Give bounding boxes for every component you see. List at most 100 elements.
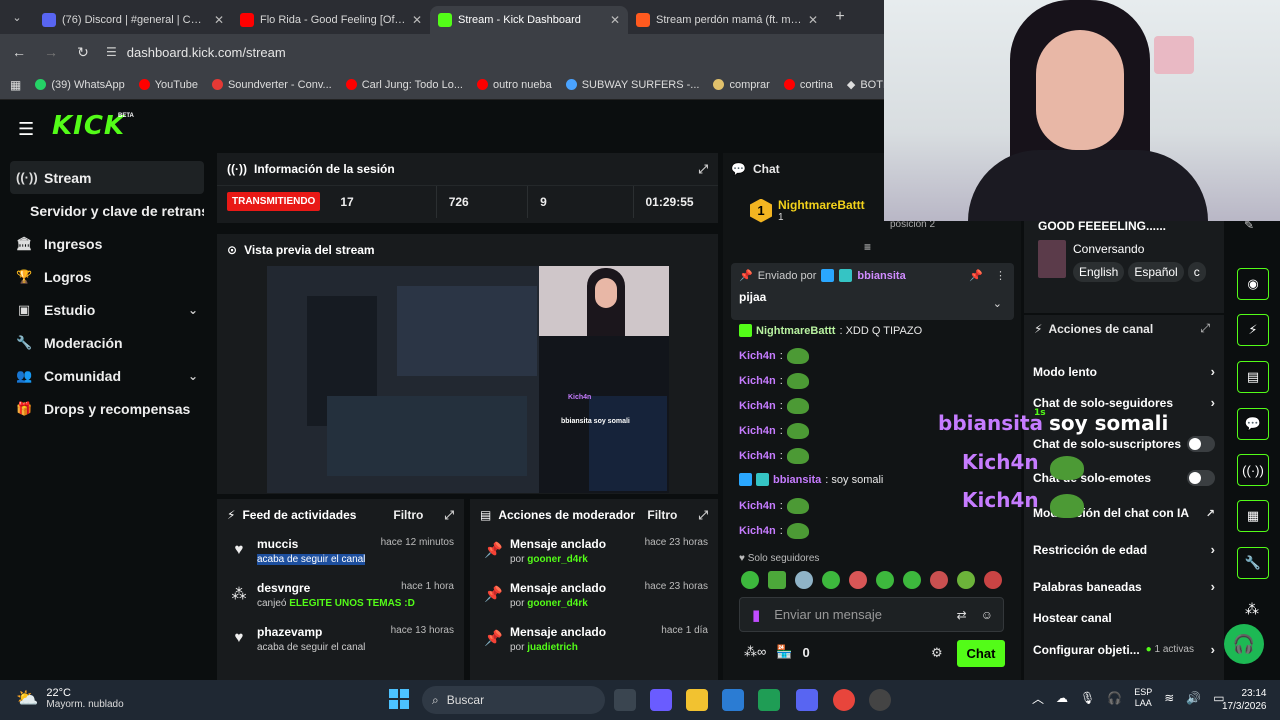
bookmark-soundverter[interactable]: Soundverter - Conv... xyxy=(211,79,332,91)
chat-message-input[interactable]: ▮ Enviar un mensaje ⇄ ☺ xyxy=(739,597,1004,632)
top-gifter[interactable]: 1 NightmareBattt 1 xyxy=(750,198,865,223)
emote-icon[interactable] xyxy=(876,571,894,589)
sidebar-item-comunidad[interactable]: 👥 Comunidad ⌄ xyxy=(10,359,204,392)
stream-category[interactable]: Conversando xyxy=(1073,242,1144,256)
mod-user[interactable]: juadietrich xyxy=(527,642,578,653)
chat-user[interactable]: bbiansita xyxy=(773,474,821,486)
expand-icon[interactable]: ⤢ xyxy=(444,508,454,523)
unpin-icon[interactable]: 📌 ⋮ xyxy=(969,269,1006,282)
emote-icon[interactable] xyxy=(768,571,786,589)
camera-icon[interactable]: ◉ xyxy=(1237,268,1269,300)
stream-preview-video[interactable]: Kich4n bbiansita soy somali xyxy=(267,266,669,493)
discord-icon[interactable] xyxy=(796,689,818,711)
mod-user[interactable]: gooner_d4rk xyxy=(527,554,588,565)
sidebar-item-ingresos[interactable]: 🏛 Ingresos xyxy=(10,227,204,260)
taskbar-clock[interactable]: 23:14 17/3/2026 xyxy=(1222,687,1267,713)
hamburger-menu-icon[interactable]: ☰ xyxy=(18,119,34,140)
filter-lines-icon[interactable]: ≡ xyxy=(864,240,871,254)
action-solo-suscriptores[interactable]: Chat de solo-suscriptores xyxy=(1033,436,1215,452)
broadcast-icon[interactable]: ((·)) xyxy=(1237,454,1269,486)
action-palabras-baneadas[interactable]: Palabras baneadas › xyxy=(1033,579,1215,594)
emote-icon[interactable] xyxy=(957,571,975,589)
sidebar-item-server-key[interactable]: Servidor y clave de retransm xyxy=(10,194,204,227)
headset-icon[interactable]: 🎧 xyxy=(1107,691,1122,705)
video-icon[interactable]: ▦ xyxy=(1237,500,1269,532)
sidebar-item-stream[interactable]: ((·)) Stream xyxy=(10,161,204,194)
task-view-icon[interactable] xyxy=(614,689,636,711)
smiley-icon[interactable]: ☺ xyxy=(981,608,993,622)
url-field[interactable]: ☰ dashboard.kick.com/stream xyxy=(106,45,286,60)
emote-icon[interactable] xyxy=(795,571,813,589)
tag[interactable]: Español xyxy=(1128,262,1184,282)
chat-bubble-icon[interactable]: 💬 xyxy=(1237,408,1269,440)
back-arrow-icon[interactable]: ← xyxy=(10,44,28,60)
feed-user[interactable]: phazevamp xyxy=(257,625,322,639)
send-chat-button[interactable]: Chat xyxy=(957,640,1005,667)
close-icon[interactable]: ✕ xyxy=(214,13,224,27)
chevron-down-icon[interactable]: ⌄ xyxy=(188,369,198,383)
lightning-icon[interactable]: ⚡ xyxy=(1237,314,1269,346)
sidebar-item-estudio[interactable]: ▣ Estudio ⌄ xyxy=(10,293,204,326)
close-icon[interactable]: ✕ xyxy=(610,13,620,27)
bookmark-botrix[interactable]: ◆ BOTRIX xyxy=(847,78,884,92)
toggle-switch[interactable] xyxy=(1187,470,1215,486)
headset-icon[interactable]: 🎧 xyxy=(1224,624,1264,664)
bookmark-cortina[interactable]: cortina xyxy=(783,79,833,91)
chat-user[interactable]: Kich4n xyxy=(739,500,776,512)
pinned-message[interactable]: 📌 Enviado por bbiansita 📌 ⋮ pijaa ⌄ xyxy=(731,263,1014,320)
gear-icon[interactable]: ⚙ xyxy=(931,645,943,661)
toggle-switch[interactable] xyxy=(1187,436,1215,452)
reload-icon[interactable]: ↻ xyxy=(74,44,92,61)
action-hostear-canal[interactable]: Hostear canal xyxy=(1033,611,1215,625)
bookmark-comprar[interactable]: comprar xyxy=(713,79,770,91)
copilot-icon[interactable] xyxy=(650,689,672,711)
wrench-icon[interactable]: 🔧 xyxy=(1237,547,1269,579)
tag[interactable]: c xyxy=(1187,262,1206,282)
microphone-icon[interactable]: 🎙 xyxy=(1080,691,1095,705)
emote-icon[interactable] xyxy=(822,571,840,589)
chevron-down-icon[interactable]: ⌄ xyxy=(188,303,198,317)
chat-user[interactable]: Kich4n xyxy=(739,350,776,362)
tag[interactable]: English xyxy=(1073,262,1125,282)
new-tab-icon[interactable]: + xyxy=(826,8,854,26)
kick-logo[interactable]: KICK xyxy=(52,111,125,141)
modactions-filter-button[interactable]: Filtro xyxy=(647,508,677,522)
emote-icon[interactable] xyxy=(741,571,759,589)
wifi-icon[interactable]: ≋ xyxy=(1164,691,1174,705)
bookmark-subway[interactable]: SUBWAY SURFERS -... xyxy=(565,79,699,91)
chrome-icon[interactable] xyxy=(833,689,855,711)
forward-arrow-icon[interactable]: → xyxy=(42,44,60,60)
action-restriccion-edad[interactable]: Restricción de edad › xyxy=(1033,542,1215,557)
expand-icon[interactable]: ⤢ xyxy=(698,162,708,177)
tab-youtube[interactable]: Flo Rida - Good Feeling [Official ✕ xyxy=(232,6,430,34)
emote-icon[interactable] xyxy=(849,571,867,589)
close-icon[interactable]: ✕ xyxy=(412,13,422,27)
chat-user[interactable]: Kich4n xyxy=(739,375,776,387)
language-indicator[interactable]: ESP LAA xyxy=(1134,687,1152,709)
action-configurar-objetivos[interactable]: Configurar objeti... ● 1 activas › xyxy=(1033,642,1215,657)
excel-icon[interactable] xyxy=(758,689,780,711)
tab-kick-dashboard[interactable]: Stream - Kick Dashboard ✕ xyxy=(430,6,628,34)
sidebar-item-moderacion[interactable]: 🔧 Moderación xyxy=(10,326,204,359)
action-modo-lento[interactable]: Modo lento › xyxy=(1033,364,1215,379)
chat-user[interactable]: Kich4n xyxy=(739,525,776,537)
volume-icon[interactable]: 🔊 xyxy=(1186,691,1201,705)
points-icon[interactable]: ⁂ xyxy=(1245,601,1259,618)
close-icon[interactable]: ✕ xyxy=(808,13,818,27)
feed-filter-button[interactable]: Filtro xyxy=(393,508,423,522)
taskbar-search[interactable]: ⌕ Buscar xyxy=(422,686,605,714)
chat-user[interactable]: Kich4n xyxy=(739,425,776,437)
action-solo-seguidores[interactable]: Chat de solo-seguidores › xyxy=(1033,395,1215,410)
expand-icon[interactable]: ⤢ xyxy=(1200,321,1210,336)
chevron-down-icon[interactable]: ⌄ xyxy=(993,297,1002,310)
sidebar-item-drops[interactable]: 🎁 Drops y recompensas xyxy=(10,392,204,425)
site-settings-icon[interactable]: ☰ xyxy=(106,45,117,59)
apps-grid-icon[interactable]: ▦ xyxy=(10,78,21,92)
bookmark-youtube[interactable]: YouTube xyxy=(138,79,198,91)
feed-user[interactable]: muccis xyxy=(257,537,298,551)
expand-icon[interactable]: ⤢ xyxy=(698,508,708,523)
points-icon[interactable]: ⁂∞ xyxy=(744,644,766,660)
emote-picker-icon[interactable]: ▮ xyxy=(752,606,760,624)
category-thumbnail[interactable] xyxy=(1038,240,1066,278)
bookmark-outro[interactable]: outro nueba xyxy=(477,79,552,91)
